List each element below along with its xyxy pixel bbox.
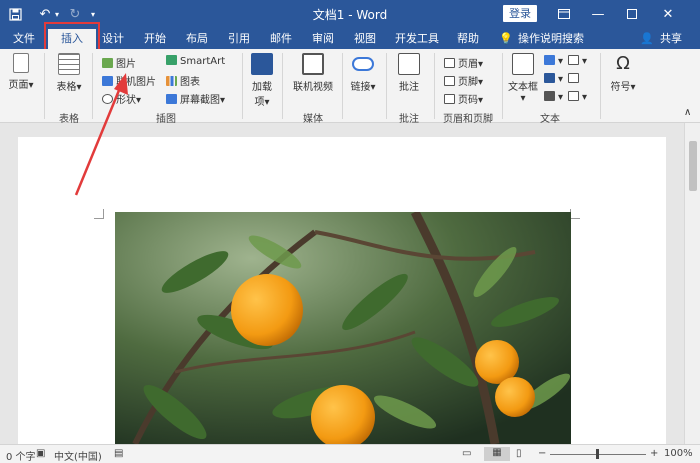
symbol-button[interactable]: Ω 符号▾ (608, 53, 638, 93)
table-icon (58, 53, 80, 75)
maximize-icon[interactable] (616, 0, 648, 28)
smartart-button[interactable]: SmartArt (166, 55, 225, 67)
tab-layout[interactable]: 布局 (182, 28, 212, 49)
person-icon: 👤 (640, 32, 654, 45)
screenshot-icon (166, 94, 177, 104)
smartart-icon (166, 55, 177, 65)
footer-icon (444, 76, 455, 86)
proofing-icon[interactable]: ▣ (36, 448, 45, 459)
picture-button[interactable]: 图片 (102, 55, 136, 70)
collapse-ribbon-icon[interactable]: ∧ (684, 107, 691, 118)
wordart-icon[interactable]: ▾ (544, 73, 563, 85)
word-count[interactable]: 0 个字 (6, 448, 36, 463)
separator (282, 53, 283, 119)
lightbulb-icon: 💡 (499, 32, 513, 45)
separator (44, 53, 45, 119)
tab-home[interactable]: 开始 (140, 28, 170, 49)
tab-design[interactable]: 设计 (98, 28, 128, 49)
tab-view[interactable]: 视图 (350, 28, 380, 49)
ribbon-tabs: 文件 插入 设计 开始 布局 引用 邮件 审阅 视图 开发工具 帮助 💡 操作说… (0, 28, 700, 49)
separator (386, 53, 387, 119)
addins-icon (251, 53, 273, 75)
omega-icon: Ω (616, 53, 630, 74)
annotation-arrow (74, 73, 128, 196)
textbox-button[interactable]: 文本框▾ (506, 53, 540, 104)
comment-icon (398, 53, 420, 75)
tab-developer[interactable]: 开发工具 (393, 28, 441, 49)
scrollbar-thumb[interactable] (689, 141, 697, 191)
separator (600, 53, 601, 119)
date-time-icon[interactable] (568, 73, 582, 85)
ribbon-display-options-icon[interactable] (548, 0, 580, 28)
footer-button[interactable]: 页脚▾ (444, 73, 483, 88)
tell-me-search[interactable]: 操作说明搜索 (518, 28, 590, 49)
drop-cap-icon[interactable]: ▾ (544, 91, 563, 103)
save-icon[interactable] (6, 5, 24, 23)
header-button[interactable]: 页眉▾ (444, 55, 483, 70)
separator (342, 53, 343, 119)
crop-mark (94, 209, 104, 219)
tab-help[interactable]: 帮助 (453, 28, 483, 49)
print-layout-icon[interactable]: ▦ (484, 447, 510, 461)
link-icon (352, 57, 374, 71)
film-icon (302, 53, 324, 75)
screenshot-button[interactable]: 屏幕截图▾ (166, 91, 225, 106)
status-bar: 0 个字 ▣ 中文(中国) ▤ ▭ ▦ ▯ − + 100% (0, 444, 700, 463)
comment-button[interactable]: 批注 (394, 53, 424, 93)
quick-parts-icon[interactable]: ▾ (544, 55, 563, 67)
separator (242, 53, 243, 119)
document-canvas (0, 73, 700, 444)
tab-review[interactable]: 审阅 (308, 28, 338, 49)
undo-dropdown-icon[interactable]: ▾ (52, 5, 62, 23)
web-layout-icon[interactable]: ▯ (516, 448, 522, 459)
picture-icon (102, 58, 113, 68)
header-icon (444, 58, 455, 68)
tab-file[interactable]: 文件 (4, 28, 44, 49)
page-button[interactable]: 页面▾ (6, 53, 36, 91)
share-button[interactable]: 共享 (656, 28, 686, 49)
login-button[interactable]: 登录 (503, 5, 537, 22)
page-icon (13, 53, 29, 73)
zoom-in-button[interactable]: + (650, 448, 658, 459)
close-icon[interactable]: ✕ (652, 0, 684, 28)
page-number-icon (444, 94, 455, 104)
crop-mark (570, 209, 580, 219)
tab-mailings[interactable]: 邮件 (266, 28, 296, 49)
insert-tab-highlight (44, 22, 100, 51)
redo-icon[interactable]: ↻ (66, 5, 84, 23)
chart-icon (166, 76, 177, 86)
zoom-slider-thumb[interactable] (596, 449, 599, 459)
addins-button[interactable]: 加载项▾ (248, 53, 276, 108)
read-mode-icon[interactable]: ▭ (462, 448, 471, 459)
chart-button[interactable]: 图表 (166, 73, 200, 88)
zoom-out-button[interactable]: − (538, 448, 546, 459)
orange-tree-photo (115, 212, 571, 444)
inserted-picture[interactable] (115, 212, 571, 444)
object-icon[interactable]: ▾ (568, 91, 587, 103)
language-indicator[interactable]: 中文(中国) (54, 448, 102, 463)
zoom-level[interactable]: 100% (664, 448, 693, 459)
online-video-button[interactable]: 联机视频 (290, 53, 336, 93)
separator (434, 53, 435, 119)
page-number-button[interactable]: 页码▾ (444, 91, 483, 106)
textbox-icon (512, 53, 534, 75)
minimize-icon[interactable]: — (582, 0, 614, 28)
link-button[interactable]: 链接▾ (348, 53, 378, 93)
macro-icon[interactable]: ▤ (114, 448, 123, 459)
vertical-scrollbar[interactable] (684, 123, 700, 444)
signature-line-icon[interactable]: ▾ (568, 55, 587, 67)
title-bar: ↶ ▾ ↻ ▾ 文档1 - Word 登录 — ✕ (0, 0, 700, 28)
customize-toolbar-icon[interactable]: ▾ (88, 5, 98, 23)
separator (502, 53, 503, 119)
tab-references[interactable]: 引用 (224, 28, 254, 49)
